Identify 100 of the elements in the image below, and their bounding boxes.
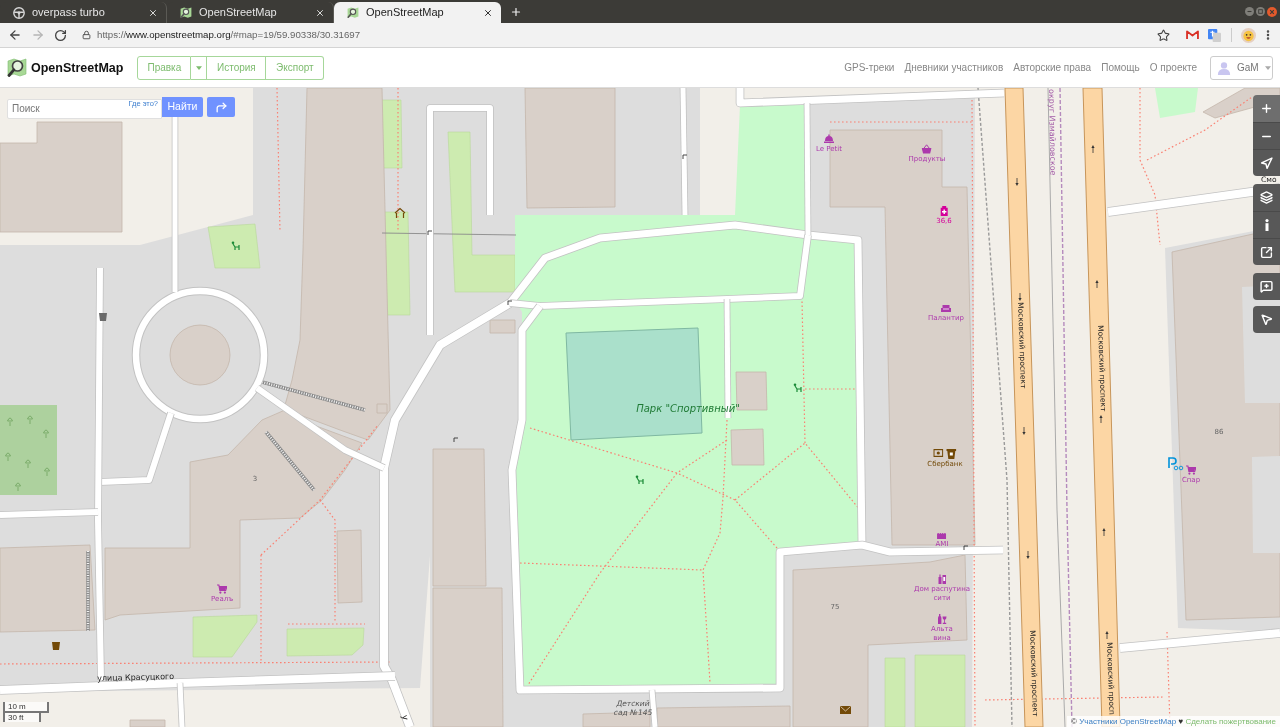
zoom-in-button[interactable] bbox=[1253, 95, 1280, 122]
search-button[interactable]: Найти bbox=[162, 97, 203, 117]
playground-icon bbox=[635, 475, 644, 485]
waste-basket-icon bbox=[52, 642, 60, 650]
locate-button[interactable] bbox=[1253, 149, 1280, 176]
corner-mark-icon bbox=[427, 230, 433, 236]
layers-icon bbox=[1260, 191, 1273, 204]
magnifier-map-icon bbox=[347, 6, 359, 19]
close-icon[interactable] bbox=[148, 7, 158, 18]
shelter-icon bbox=[394, 207, 406, 219]
share-button[interactable] bbox=[1253, 238, 1280, 265]
user-menu-button[interactable]: GaM bbox=[1210, 55, 1273, 80]
boundary-label: округ Измайловское bbox=[1046, 89, 1058, 176]
cake-icon bbox=[937, 531, 947, 539]
building bbox=[129, 719, 166, 727]
nav-link[interactable]: Помощь bbox=[1101, 60, 1140, 75]
wine-bottle-icon bbox=[937, 614, 947, 624]
user-avatar-icon bbox=[1217, 60, 1231, 75]
minimize-icon[interactable] bbox=[1245, 7, 1254, 16]
building bbox=[489, 319, 516, 334]
reload-icon bbox=[54, 28, 67, 42]
steps bbox=[264, 430, 316, 492]
add-note-button[interactable] bbox=[1253, 273, 1280, 300]
query-button[interactable] bbox=[1253, 306, 1280, 333]
cart-icon bbox=[217, 584, 227, 594]
medicine-bottle-icon bbox=[939, 206, 949, 216]
grass-area bbox=[192, 614, 258, 658]
street-label: улица Красуцкого bbox=[97, 672, 175, 684]
info-button[interactable] bbox=[1253, 211, 1280, 238]
smiley-icon[interactable] bbox=[1241, 27, 1256, 43]
info-icon bbox=[1264, 219, 1269, 231]
oneway-arrow-icon bbox=[1091, 145, 1095, 154]
steering-wheel-icon bbox=[13, 6, 25, 19]
oneway-arrow-icon bbox=[1022, 426, 1026, 435]
contributors-link[interactable]: Участники OpenStreetMap bbox=[1079, 717, 1177, 726]
edit-menu-button[interactable]: Правка bbox=[137, 55, 192, 80]
dome-icon bbox=[824, 134, 834, 144]
basket-icon bbox=[922, 144, 932, 154]
bicycle-parking-icon bbox=[1168, 457, 1184, 471]
nav-link[interactable]: Дневники участников bbox=[904, 60, 1004, 75]
grass-area bbox=[207, 223, 261, 269]
nav-link[interactable]: GPS-треки bbox=[844, 60, 895, 75]
cup-icon bbox=[946, 449, 957, 459]
address-field[interactable]: https://www.openstreetmap.org/#map=19/59.90338/30.31697 bbox=[97, 28, 1157, 42]
corner-mark-icon bbox=[453, 437, 459, 443]
bottles-icon bbox=[937, 574, 947, 584]
grass-area bbox=[884, 657, 906, 727]
translate-icon[interactable] bbox=[1208, 28, 1221, 42]
magnifier-map-icon[interactable] bbox=[7, 57, 27, 78]
corner-mark-icon bbox=[507, 300, 513, 306]
comment-plus-icon bbox=[1260, 280, 1273, 293]
bookmark-star-icon[interactable] bbox=[1157, 28, 1170, 42]
playground-icon bbox=[231, 241, 240, 251]
oneway-arrow-icon bbox=[1102, 528, 1106, 537]
close-icon[interactable] bbox=[483, 7, 493, 18]
oneway-arrow-icon bbox=[1095, 280, 1099, 289]
cart-icon bbox=[1186, 465, 1196, 475]
maximize-icon[interactable] bbox=[1256, 7, 1265, 16]
pointer-icon bbox=[1260, 313, 1273, 326]
share-icon bbox=[1260, 245, 1273, 259]
edit-menu-button[interactable]: История bbox=[207, 55, 267, 80]
magnifier-map-icon bbox=[180, 6, 192, 19]
building bbox=[169, 324, 231, 386]
arrow-right-icon bbox=[30, 28, 45, 42]
corner-mark-icon bbox=[963, 545, 969, 551]
waste-basket-icon bbox=[99, 313, 107, 321]
scale-metric: 10 m bbox=[3, 702, 49, 713]
new-tab-icon[interactable] bbox=[510, 6, 522, 18]
scale-imperial: 30 ft bbox=[3, 711, 41, 722]
donate-link[interactable]: Сделать пожертвование bbox=[1185, 717, 1276, 726]
building bbox=[582, 711, 651, 727]
playground-icon bbox=[793, 383, 802, 393]
nav-link[interactable]: Авторские права bbox=[1013, 60, 1092, 75]
caret-icon bbox=[195, 65, 202, 70]
building bbox=[730, 428, 765, 466]
sofa-icon bbox=[941, 303, 951, 313]
lock-icon bbox=[82, 30, 91, 40]
banknote-icon bbox=[933, 449, 944, 457]
site-name[interactable]: OpenStreetMap bbox=[31, 59, 124, 76]
envelope-icon bbox=[840, 706, 851, 714]
caret-icon bbox=[1264, 65, 1271, 70]
plus-icon bbox=[1260, 102, 1273, 115]
nav-link[interactable]: О проекте bbox=[1149, 60, 1197, 75]
turn-arrow-icon bbox=[214, 100, 228, 114]
arrow-left-icon bbox=[7, 28, 22, 42]
oneway-arrow-icon bbox=[1026, 550, 1030, 559]
street-label: у bbox=[400, 714, 411, 721]
park-label: Парк "Спортивный" bbox=[636, 403, 740, 415]
browser-tab[interactable]: OpenStreetMap bbox=[334, 2, 501, 23]
oneway-arrow-icon bbox=[1015, 177, 1019, 186]
navigation-arrow-icon bbox=[1260, 156, 1273, 170]
oneway-arrow-icon bbox=[1018, 292, 1022, 301]
close-icon[interactable] bbox=[315, 7, 325, 18]
oneway-arrow-icon bbox=[1099, 415, 1103, 424]
corner-mark-icon bbox=[682, 154, 688, 160]
attribution-text: © Участники OpenStreetMap ♥ Сделать пожертвование bbox=[1067, 716, 1280, 727]
mail-icon[interactable] bbox=[1186, 30, 1199, 40]
layers-button[interactable] bbox=[1253, 184, 1280, 211]
oneway-arrow-icon bbox=[1105, 631, 1109, 640]
edit-menu-button[interactable]: Экспорт bbox=[266, 55, 325, 80]
